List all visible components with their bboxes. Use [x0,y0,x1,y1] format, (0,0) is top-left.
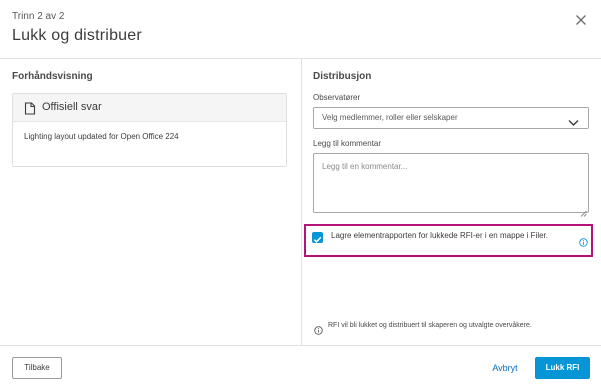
dialog-title: Lukk og distribuer [12,27,142,44]
preview-card-body: Lighting layout updated for Open Office … [24,132,179,141]
column-divider [301,59,302,345]
info-icon[interactable] [579,234,588,247]
distribution-note: RFI vil bli lukket og distribuert til sk… [328,322,532,329]
resize-handle-icon[interactable] [580,204,587,217]
save-report-label: Lagre elementrapporten for lukkede RFI-e… [331,231,548,240]
distribution-section-label: Distribusjon [313,71,372,82]
back-button[interactable]: Tilbake [12,357,62,379]
document-icon [24,102,36,115]
footer-divider [0,345,601,346]
close-icon[interactable] [573,12,589,28]
comment-placeholder: Legg til en kommentar... [322,162,408,171]
observers-placeholder: Velg medlemmer, roller eller selskaper [322,113,458,122]
preview-section-label: Forhåndsvisning [12,71,93,82]
observers-label: Observatører [313,93,361,102]
comment-textarea[interactable]: Legg til en kommentar... [313,153,589,217]
comment-label: Legg til kommentar [313,139,382,148]
note-info-icon [314,322,323,335]
preview-card: Offisiell svar Lighting layout updated f… [12,93,287,167]
close-rfi-button[interactable]: Lukk RFI [535,357,590,379]
preview-card-title: Offisiell svar [42,101,102,113]
chevron-down-icon[interactable] [568,114,579,126]
observers-select[interactable]: Velg medlemmer, roller eller selskaper [313,107,589,129]
close-and-distribute-dialog: Trinn 2 av 2 Lukk og distribuer Forhånds… [0,0,601,387]
preview-card-header: Offisiell svar [13,94,286,122]
save-report-checkbox[interactable] [312,232,323,243]
step-indicator: Trinn 2 av 2 [12,11,65,22]
cancel-button[interactable]: Avbryt [485,357,525,379]
